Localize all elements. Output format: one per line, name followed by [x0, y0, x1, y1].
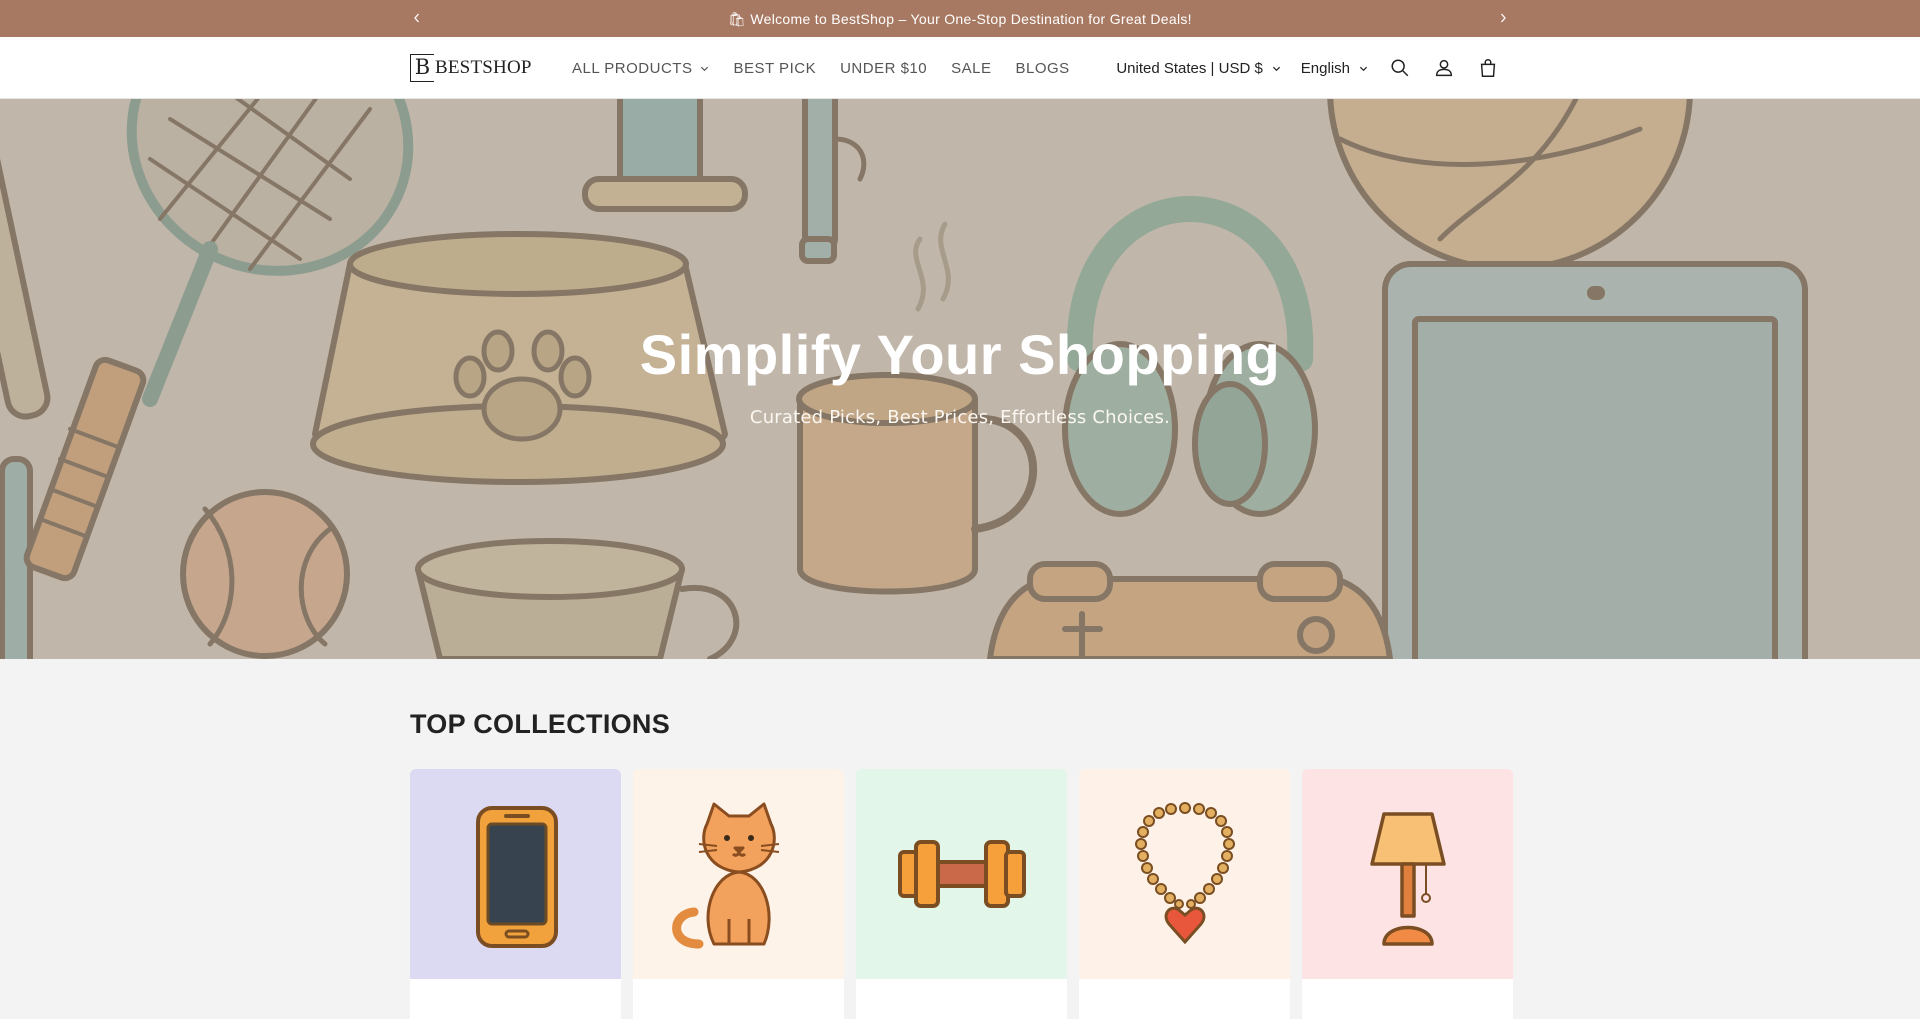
collection-cards [410, 769, 1513, 1019]
site-logo[interactable]: B BESTSHOP [410, 54, 532, 82]
collection-card-jewelry[interactable] [1079, 769, 1290, 1019]
collection-card-image [410, 769, 621, 979]
collection-card-pets[interactable] [633, 769, 844, 1019]
account-button[interactable] [1422, 46, 1466, 90]
nav-item-label: BEST PICK [733, 59, 817, 77]
announcement-next-button[interactable] [1493, 8, 1513, 28]
smartphone-icon [475, 806, 558, 948]
collection-card-footer [410, 979, 621, 1019]
cat-icon [671, 802, 779, 949]
nav-item-label: ALL PRODUCTS [572, 59, 693, 77]
nav-blogs[interactable]: BLOGS [1003, 37, 1081, 99]
nav-sale[interactable]: SALE [939, 37, 1003, 99]
cart-icon [1480, 59, 1496, 77]
chevron-down-icon [1359, 66, 1368, 71]
announcement-text: 🛍 Welcome to BestShop – Your One-Stop De… [728, 11, 1192, 27]
country-currency-label: United States | USD $ [1116, 59, 1263, 77]
logo-mark: B [410, 54, 434, 82]
search-button[interactable] [1378, 46, 1422, 90]
collection-card-home[interactable] [1302, 769, 1513, 1019]
collection-card-footer [856, 979, 1067, 1019]
header-actions: United States | USD $ English [1106, 37, 1510, 99]
site-header: B BESTSHOP ALL PRODUCTS BEST PICK UNDER … [0, 37, 1920, 99]
language-selector[interactable]: English [1291, 37, 1378, 99]
lamp-icon [1369, 812, 1446, 946]
collection-card-image [856, 769, 1067, 979]
nav-all-products[interactable]: ALL PRODUCTS [560, 37, 721, 99]
account-icon [1435, 59, 1453, 77]
collection-card-fitness[interactable] [856, 769, 1067, 1019]
nav-best-pick[interactable]: BEST PICK [721, 37, 828, 99]
country-currency-selector[interactable]: United States | USD $ [1106, 37, 1290, 99]
search-icon [1391, 59, 1409, 77]
chevron-right-icon [1501, 13, 1506, 23]
necklace-icon [1134, 802, 1235, 945]
logo-text: BESTSHOP [435, 57, 532, 78]
nav-item-label: UNDER $10 [840, 59, 928, 77]
nav-under-10[interactable]: UNDER $10 [828, 37, 939, 99]
hero-title: Simplify Your Shopping [639, 323, 1281, 386]
collection-card-image [1079, 769, 1290, 979]
announcement-bar: 🛍 Welcome to BestShop – Your One-Stop De… [0, 0, 1920, 37]
top-collections-section: TOP COLLECTIONS [0, 659, 1920, 1019]
nav-item-label: BLOGS [1015, 59, 1070, 77]
dumbbell-icon [897, 840, 1026, 908]
cart-button[interactable] [1466, 46, 1510, 90]
main-nav: ALL PRODUCTS BEST PICK UNDER $10 SALE BL… [560, 37, 1082, 99]
section-title: TOP COLLECTIONS [410, 709, 671, 739]
collection-card-phones[interactable] [410, 769, 621, 1019]
nav-item-label: SALE [951, 59, 992, 77]
language-label: English [1300, 59, 1350, 77]
hero-subtitle: Curated Picks, Best Prices, Effortless C… [749, 407, 1171, 428]
collection-card-image [1302, 769, 1513, 979]
chevron-down-icon [1272, 66, 1280, 71]
collection-card-footer [1302, 979, 1513, 1019]
chevron-down-icon [701, 66, 709, 71]
collection-card-footer [633, 979, 844, 1019]
hero-banner: Simplify Your Shopping Curated Picks, Be… [0, 99, 1920, 659]
collection-card-image [633, 769, 844, 979]
collection-card-footer [1079, 979, 1290, 1019]
